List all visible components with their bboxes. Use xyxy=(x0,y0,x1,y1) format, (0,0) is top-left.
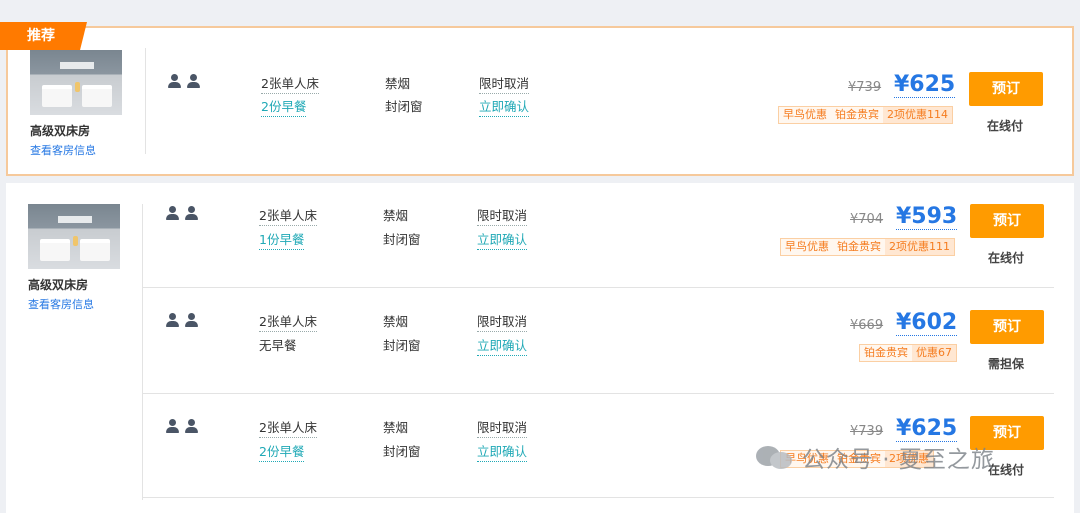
smoking-policy: 禁烟 xyxy=(383,420,409,435)
smoking-policy: 禁烟 xyxy=(383,314,409,329)
payment-type: 需担保 xyxy=(988,357,1025,371)
window-type: 封闭窗 xyxy=(383,338,421,353)
discount-tag: 铂金贵宾 xyxy=(835,108,879,121)
recommend-badge: 推荐 xyxy=(0,22,87,50)
window-type: 封闭窗 xyxy=(383,444,421,459)
original-price: ¥739 xyxy=(848,80,882,95)
current-price[interactable]: ¥625 xyxy=(894,73,956,98)
breakfast: 无早餐 xyxy=(259,338,297,353)
watermark: 公众号 · 夏至之旅 xyxy=(756,440,995,474)
original-price: ¥704 xyxy=(850,212,884,227)
bed-type[interactable]: 2张单人床 xyxy=(259,311,317,332)
current-price[interactable]: ¥602 xyxy=(896,311,958,336)
view-room-info-link[interactable]: 查看客房信息 xyxy=(28,296,94,312)
cancel-policy[interactable]: 限时取消 xyxy=(477,417,528,438)
guests-icon xyxy=(166,206,198,220)
cancel-policy[interactable]: 限时取消 xyxy=(477,205,528,226)
discount-tag: 早鸟优惠 xyxy=(785,240,829,253)
smoking-policy: 禁烟 xyxy=(385,76,411,91)
cancel-policy[interactable]: 限时取消 xyxy=(479,73,530,94)
room-photo[interactable] xyxy=(28,204,120,269)
breakfast[interactable]: 2份早餐 xyxy=(261,96,307,117)
row-divider xyxy=(142,287,1054,288)
guests-icon xyxy=(166,313,198,327)
discount-tag: 优惠67 xyxy=(912,345,956,361)
book-button[interactable]: 预订 xyxy=(969,72,1043,106)
payment-type: 在线付 xyxy=(987,119,1024,133)
instant-confirm[interactable]: 立即确认 xyxy=(477,229,528,250)
bed-type[interactable]: 2张单人床 xyxy=(261,73,319,94)
recommended-room-card xyxy=(6,26,1074,176)
discount-tag: 2项优惠114 xyxy=(883,107,952,123)
discount-tags[interactable]: 早鸟优惠 铂金贵宾 2项优惠111 xyxy=(780,238,955,256)
current-price[interactable]: ¥625 xyxy=(896,417,958,442)
window-type: 封闭窗 xyxy=(385,99,423,114)
bed-type[interactable]: 2张单人床 xyxy=(259,417,317,438)
instant-confirm[interactable]: 立即确认 xyxy=(477,441,528,462)
instant-confirm[interactable]: 立即确认 xyxy=(477,335,528,356)
cancel-policy[interactable]: 限时取消 xyxy=(477,311,528,332)
room-photo[interactable] xyxy=(30,50,122,115)
original-price: ¥739 xyxy=(850,424,884,439)
discount-tag: 铂金贵宾 xyxy=(864,346,908,359)
watermark-text: 公众号 · 夏至之旅 xyxy=(802,447,995,473)
guests-icon xyxy=(168,74,200,88)
book-button[interactable]: 预订 xyxy=(970,204,1044,238)
smoking-policy: 禁烟 xyxy=(383,208,409,223)
original-price: ¥669 xyxy=(850,318,884,333)
bed-type[interactable]: 2张单人床 xyxy=(259,205,317,226)
breakfast[interactable]: 1份早餐 xyxy=(259,229,305,250)
discount-tag: 铂金贵宾 xyxy=(837,240,881,253)
guests-icon xyxy=(166,419,198,433)
current-price[interactable]: ¥593 xyxy=(896,205,958,230)
payment-type: 在线付 xyxy=(988,251,1025,265)
breakfast[interactable]: 2份早餐 xyxy=(259,441,305,462)
book-button[interactable]: 预订 xyxy=(970,310,1044,344)
discount-tags[interactable]: 早鸟优惠 铂金贵宾 2项优惠114 xyxy=(778,106,953,124)
discount-tags[interactable]: 铂金贵宾 优惠67 xyxy=(859,344,957,362)
window-type: 封闭窗 xyxy=(383,232,421,247)
instant-confirm[interactable]: 立即确认 xyxy=(479,96,530,117)
room-name: 高级双床房 xyxy=(28,278,89,292)
divider xyxy=(145,48,146,154)
discount-tag: 早鸟优惠 xyxy=(783,108,827,121)
divider xyxy=(142,204,143,500)
view-room-info-link[interactable]: 查看客房信息 xyxy=(30,142,96,158)
discount-tag: 2项优惠111 xyxy=(885,239,954,255)
row-divider xyxy=(142,393,1054,394)
row-divider xyxy=(142,497,1054,498)
room-name: 高级双床房 xyxy=(30,124,91,138)
wechat-icon xyxy=(756,444,794,470)
